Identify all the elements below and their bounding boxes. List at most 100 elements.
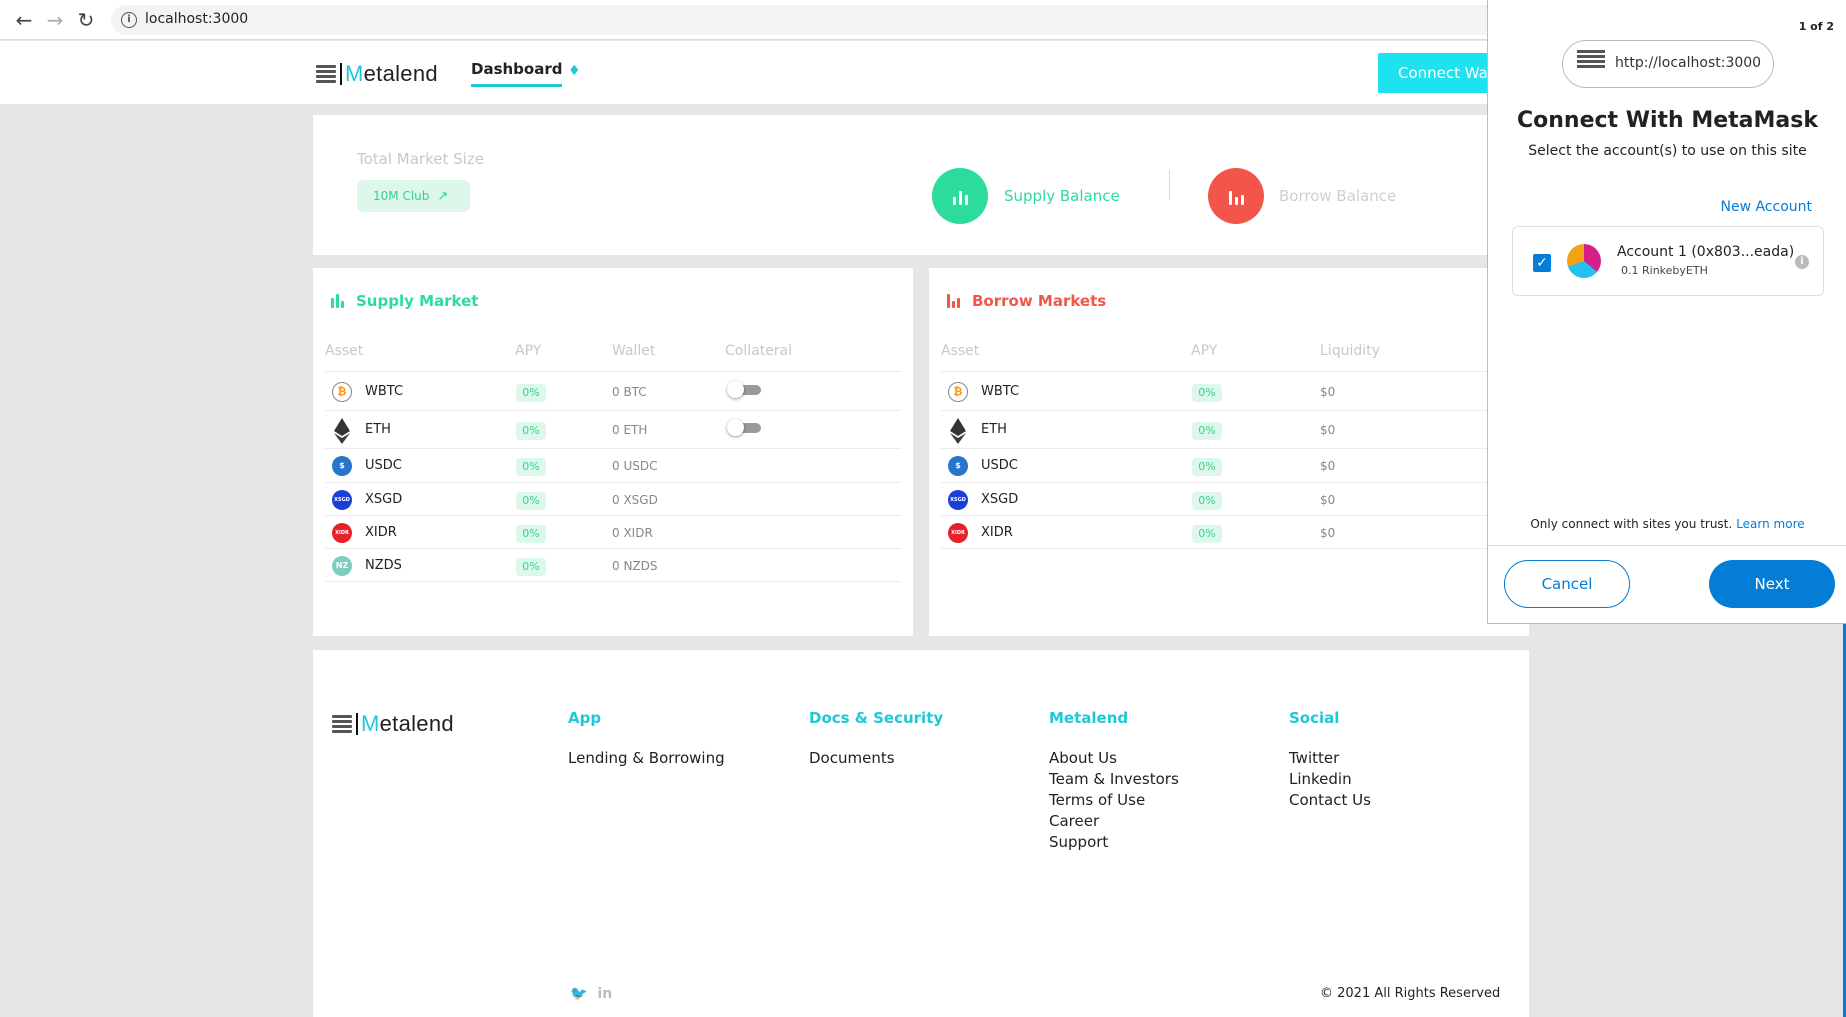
xidr-icon: XIDR	[332, 523, 352, 543]
supply-market-header: Supply Market	[331, 292, 478, 310]
table-row[interactable]: $ USDC 0% $0	[941, 449, 1517, 483]
club-badge: 10M Club ↗	[357, 180, 470, 212]
apy-badge: 0%	[516, 492, 546, 510]
asset-name: ETH	[365, 422, 391, 437]
info-icon[interactable]: i	[1795, 255, 1809, 269]
apy-badge: 0%	[516, 422, 546, 440]
wbtc-icon: ₿	[948, 382, 968, 402]
apy-badge: 0%	[1192, 525, 1222, 543]
footer: Metalend App Lending & Borrowing Docs & …	[313, 650, 1529, 1017]
reload-icon[interactable]: ↻	[74, 8, 98, 32]
asset-name: USDC	[981, 458, 1018, 473]
wallet-balance: 0 XSGD	[612, 493, 658, 507]
supply-balance-icon	[932, 168, 988, 224]
asset-name: WBTC	[365, 384, 404, 399]
site-logo-icon	[1577, 50, 1605, 80]
address-bar[interactable]: i localhost:3000	[111, 5, 1511, 35]
supply-market-panel: Supply Market Asset APY Wallet Collatera…	[313, 268, 913, 636]
new-account-link[interactable]: New Account	[1720, 199, 1812, 215]
table-row[interactable]: XIDR XIDR 0% $0	[941, 516, 1517, 549]
footer-link[interactable]: Career	[1049, 811, 1179, 832]
asset-name: XSGD	[981, 492, 1019, 507]
next-button[interactable]: Next	[1709, 560, 1835, 608]
site-info-icon[interactable]: i	[121, 12, 137, 28]
eth-icon	[950, 418, 966, 444]
asset-name: USDC	[365, 458, 402, 473]
footer-col-docs: Docs & Security Documents	[809, 709, 944, 769]
footer-link[interactable]: Team & Investors	[1049, 769, 1179, 790]
liquidity-value: $0	[1320, 385, 1336, 399]
table-row[interactable]: ₿ WBTC 0% $0	[941, 372, 1517, 411]
table-row[interactable]: ₿ WBTC 0% 0 BTC	[325, 372, 901, 411]
liquidity-value: $0	[1320, 459, 1336, 473]
xsgd-icon: XSGD	[332, 490, 352, 510]
footer-link[interactable]: Contact Us	[1289, 790, 1371, 811]
account-list-item[interactable]: ✓ Account 1 (0x803...eada) 0.1 RinkebyET…	[1512, 226, 1824, 296]
metalend-logo[interactable]: Metalend	[316, 61, 438, 87]
account-name: Account 1 (0x803...eada)	[1617, 244, 1795, 260]
table-row[interactable]: XIDR XIDR 0% 0 XIDR	[325, 516, 901, 549]
site-origin-pill: http://localhost:3000	[1562, 40, 1774, 88]
liquidity-value: $0	[1320, 493, 1336, 507]
supply-balance-label[interactable]: Supply Balance	[1004, 187, 1120, 205]
eth-icon	[334, 418, 350, 444]
apy-badge: 0%	[516, 458, 546, 476]
asset-name: XIDR	[981, 525, 1013, 540]
footer-link[interactable]: Linkedin	[1289, 769, 1371, 790]
table-row[interactable]: ETH 0% 0 ETH	[325, 411, 901, 449]
apy-badge: 0%	[1192, 458, 1222, 476]
url-text: localhost:3000	[145, 11, 249, 27]
linkedin-icon[interactable]: in	[597, 986, 612, 1002]
wallet-balance: 0 BTC	[612, 385, 647, 399]
footer-col-social: Social Twitter Linkedin Contact Us	[1289, 709, 1371, 811]
twitter-icon[interactable]: 🐦	[570, 986, 587, 1002]
usdc-icon: $	[948, 456, 968, 476]
back-icon[interactable]: ←	[12, 8, 36, 32]
footer-col-metalend: Metalend About Us Team & Investors Terms…	[1049, 709, 1179, 853]
account-avatar	[1567, 244, 1601, 278]
apy-badge: 0%	[516, 525, 546, 543]
apy-badge: 0%	[1192, 422, 1222, 440]
apy-badge: 0%	[516, 558, 546, 576]
col-collateral: Collateral	[725, 343, 793, 359]
borrow-market-panel: Borrow Markets Asset APY Liquidity ₿ WBTC…	[929, 268, 1529, 636]
asset-name: XIDR	[365, 525, 397, 540]
cancel-button[interactable]: Cancel	[1504, 560, 1630, 608]
table-row[interactable]: XSGD XSGD 0% 0 XSGD	[325, 483, 901, 516]
footer-logo[interactable]: Metalend	[332, 711, 454, 737]
account-balance: 0.1 RinkebyETH	[1621, 264, 1708, 277]
account-checkbox[interactable]: ✓	[1533, 254, 1551, 272]
table-row[interactable]: $ USDC 0% 0 USDC	[325, 449, 901, 483]
collateral-toggle[interactable]	[727, 419, 761, 436]
trend-up-icon: ↗	[437, 189, 449, 204]
liquidity-value: $0	[1320, 423, 1336, 437]
col-liquidity: Liquidity	[1320, 343, 1380, 359]
liquidity-value: $0	[1320, 526, 1336, 540]
logo-mark-icon	[332, 715, 352, 733]
footer-link[interactable]: Terms of Use	[1049, 790, 1179, 811]
footer-link[interactable]: Support	[1049, 832, 1179, 853]
footer-link[interactable]: About Us	[1049, 748, 1179, 769]
bar-chart-icon	[331, 294, 344, 308]
collateral-toggle[interactable]	[727, 381, 761, 398]
asset-name: XSGD	[365, 492, 403, 507]
borrow-market-header: Borrow Markets	[947, 292, 1106, 310]
borrow-balance-icon	[1208, 168, 1264, 224]
col-apy: APY	[515, 343, 542, 359]
table-row[interactable]: NZ NZDS 0% 0 NZDS	[325, 549, 901, 582]
nav-dashboard[interactable]: Dashboard	[471, 60, 563, 87]
apy-badge: 0%	[1192, 384, 1222, 402]
footer-link[interactable]: Documents	[809, 748, 943, 769]
table-row[interactable]: XSGD XSGD 0% $0	[941, 483, 1517, 516]
metamask-title: Connect With MetaMask	[1516, 108, 1818, 133]
usdc-icon: $	[332, 456, 352, 476]
learn-more-link[interactable]: Learn more	[1736, 517, 1804, 531]
table-row[interactable]: ETH 0% $0	[941, 411, 1517, 449]
forward-icon[interactable]: →	[43, 8, 67, 32]
footer-link[interactable]: Twitter	[1289, 748, 1371, 769]
asset-name: NZDS	[365, 558, 402, 573]
logo-mark-icon	[316, 65, 336, 83]
footer-link[interactable]: Lending & Borrowing	[568, 748, 725, 769]
copyright: © 2021 All Rights Reserved	[1320, 986, 1501, 1001]
borrow-balance-label[interactable]: Borrow Balance	[1279, 187, 1396, 205]
